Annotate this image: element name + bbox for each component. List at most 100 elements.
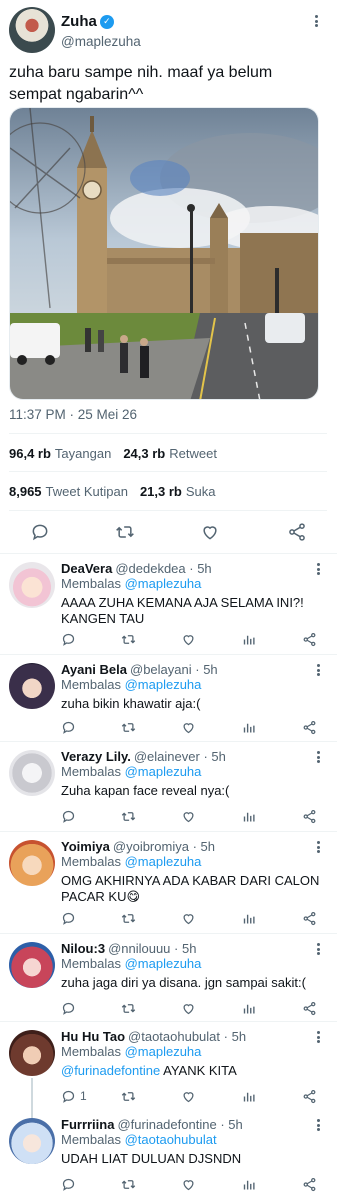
reply-item[interactable]: Nilou:3 @nnilouuu · 5h Membalas @maplezuh…	[0, 933, 337, 1021]
tweet-timestamp[interactable]: 11:37 PM · 25 Mei 26	[9, 407, 137, 422]
author-name-text[interactable]: Zuha	[61, 13, 97, 30]
reply-handle[interactable]: @belayani	[130, 662, 192, 677]
reply-item[interactable]: DeaVera @dedekdea · 5h Membalas @maplezuh…	[0, 553, 337, 654]
avatar[interactable]	[9, 7, 55, 53]
likes-label: Suka	[185, 484, 216, 499]
share-icon[interactable]	[302, 1001, 317, 1016]
reply-handle[interactable]: @yoibromiya	[113, 839, 189, 854]
reply-handle[interactable]: @nnilouuu	[108, 941, 170, 956]
share-icon[interactable]	[302, 632, 317, 647]
views-icon[interactable]	[242, 809, 257, 824]
reply-icon[interactable]	[61, 911, 76, 926]
reply-item[interactable]: Ayani Bela @belayani · 5h Membalas @maple…	[0, 654, 337, 741]
reply-icon[interactable]	[61, 1089, 76, 1104]
more-icon[interactable]	[311, 561, 325, 577]
more-icon[interactable]	[311, 662, 325, 678]
avatar[interactable]	[9, 942, 55, 988]
reply-item[interactable]: Hu Hu Tao @taotaohubulat · 5h Membalas @m…	[0, 1021, 337, 1112]
avatar[interactable]	[9, 1118, 55, 1164]
replying-mention[interactable]: @maplezuha	[125, 1044, 202, 1059]
reply-name[interactable]: Ayani Bela	[61, 662, 127, 677]
reply-time: · 5h	[174, 941, 197, 956]
reply-item[interactable]: Yoimiya @yoibromiya · 5h Membalas @maplez…	[0, 831, 337, 933]
likes-stat[interactable]: 21,3 rb Suka	[140, 484, 216, 499]
replying-mention[interactable]: @maplezuha	[125, 854, 202, 869]
like-icon[interactable]	[200, 522, 220, 542]
reply-handle[interactable]: @furinadefontine	[117, 1117, 216, 1132]
retweet-icon[interactable]	[121, 632, 136, 647]
reply-handle[interactable]: @elainever	[134, 749, 200, 764]
retweet-icon[interactable]	[121, 809, 136, 824]
retweet-icon[interactable]	[121, 1177, 136, 1192]
tweet-photo[interactable]	[9, 107, 319, 400]
retweet-icon[interactable]	[121, 1001, 136, 1016]
like-icon[interactable]	[181, 632, 196, 647]
share-icon[interactable]	[302, 809, 317, 824]
views-icon[interactable]	[242, 1177, 257, 1192]
views-icon[interactable]	[242, 720, 257, 735]
like-icon[interactable]	[181, 911, 196, 926]
reply-handle[interactable]: @taotaohubulat	[128, 1029, 220, 1044]
avatar[interactable]	[9, 663, 55, 709]
more-icon[interactable]	[311, 1117, 325, 1133]
reply-icon[interactable]	[61, 809, 76, 824]
retweet-icon[interactable]	[121, 911, 136, 926]
retweet-icon[interactable]	[121, 720, 136, 735]
avatar[interactable]	[9, 750, 55, 796]
replying-mention[interactable]: @maplezuha	[125, 956, 202, 971]
like-icon[interactable]	[181, 809, 196, 824]
replying-mention[interactable]: @maplezuha	[125, 576, 202, 591]
reply-icon[interactable]	[30, 522, 50, 542]
more-icon[interactable]	[311, 941, 325, 957]
share-icon[interactable]	[302, 1089, 317, 1104]
reply-name[interactable]: DeaVera	[61, 561, 112, 576]
like-icon[interactable]	[181, 720, 196, 735]
replying-mention[interactable]: @maplezuha	[125, 764, 202, 779]
more-icon[interactable]	[311, 749, 325, 765]
reply-item[interactable]: Verazy Lily. @elainever · 5h Membalas @ma…	[0, 741, 337, 831]
replying-mention[interactable]: @taotaohubulat	[125, 1132, 217, 1147]
avatar[interactable]	[9, 840, 55, 886]
avatar[interactable]	[9, 562, 55, 608]
views-icon[interactable]	[242, 1001, 257, 1016]
reply-icon[interactable]	[61, 1177, 76, 1192]
share-icon[interactable]	[302, 1177, 317, 1192]
reply-name[interactable]: Yoimiya	[61, 839, 110, 854]
more-icon[interactable]	[311, 1029, 325, 1045]
text-mention[interactable]: @furinadefontine	[61, 1063, 160, 1078]
more-icon[interactable]	[311, 839, 325, 855]
views-icon[interactable]	[242, 911, 257, 926]
author-name[interactable]: Zuha ✓	[61, 13, 114, 30]
reply-author: DeaVera @dedekdea · 5h	[61, 561, 212, 576]
author-handle[interactable]: @maplezuha	[61, 34, 141, 49]
reply-name[interactable]: Hu Hu Tao	[61, 1029, 125, 1044]
share-icon[interactable]	[302, 720, 317, 735]
replying-mention[interactable]: @maplezuha	[125, 677, 202, 692]
like-icon[interactable]	[181, 1001, 196, 1016]
views-icon[interactable]	[242, 632, 257, 647]
share-icon[interactable]	[302, 911, 317, 926]
avatar[interactable]	[9, 1030, 55, 1076]
views-icon[interactable]	[242, 1089, 257, 1104]
retweets-stat[interactable]: 24,3 rb Retweet	[123, 446, 217, 461]
reply-item[interactable]: Furrriina @furinadefontine · 5h Membalas …	[0, 1110, 337, 1200]
stats-row-1: 96,4 rb Tayangan 24,3 rb Retweet	[9, 446, 217, 461]
reply-name[interactable]: Verazy Lily.	[61, 749, 131, 764]
reply-handle[interactable]: @dedekdea	[115, 561, 185, 576]
reply-icon[interactable]	[61, 720, 76, 735]
views-stat[interactable]: 96,4 rb Tayangan	[9, 446, 111, 461]
reply-author: Furrriina @furinadefontine · 5h	[61, 1117, 243, 1132]
reply-icon[interactable]	[61, 632, 76, 647]
reply-time: · 5h	[220, 1117, 243, 1132]
more-icon[interactable]	[309, 13, 323, 29]
reply-icon[interactable]	[61, 1001, 76, 1016]
like-icon[interactable]	[181, 1089, 196, 1104]
share-icon[interactable]	[287, 522, 307, 542]
like-icon[interactable]	[181, 1177, 196, 1192]
quotes-stat[interactable]: 8,965 Tweet Kutipan	[9, 484, 128, 499]
reply-name[interactable]: Nilou:3	[61, 941, 105, 956]
reply-name[interactable]: Furrriina	[61, 1117, 114, 1132]
reply-actions	[0, 720, 337, 736]
retweet-icon[interactable]	[115, 522, 135, 542]
retweet-icon[interactable]	[121, 1089, 136, 1104]
